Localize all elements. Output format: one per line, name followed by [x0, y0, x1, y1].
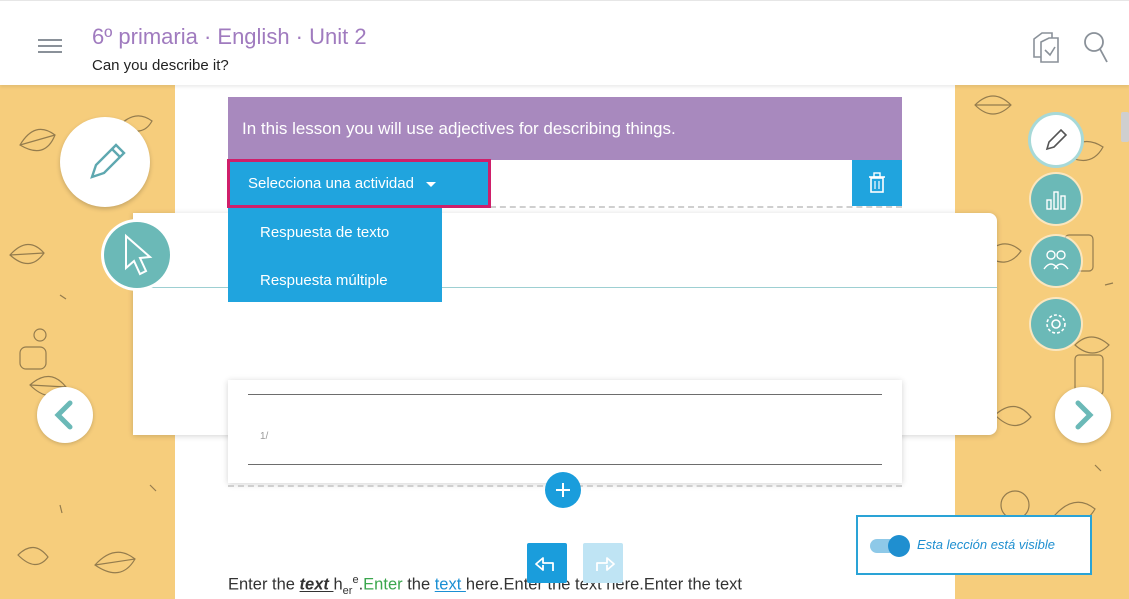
- body-green-text: Enter: [363, 575, 403, 594]
- undo-button[interactable]: [527, 543, 567, 583]
- body-blue-link[interactable]: text: [435, 576, 466, 594]
- course-title: 6º primaria · English · Unit 2: [92, 24, 367, 49]
- lesson-title: Can you describe it?: [92, 57, 229, 74]
- select-activity-dropdown[interactable]: Selecciona una actividad: [227, 159, 491, 208]
- scrollbar-thumb[interactable]: [1121, 112, 1129, 142]
- next-page-button[interactable]: [1055, 387, 1111, 443]
- settings-button[interactable]: [1031, 299, 1081, 349]
- delete-button[interactable]: [852, 160, 902, 206]
- gear-icon: [1046, 314, 1066, 334]
- caret-down-icon: [425, 181, 436, 187]
- body-text-part: the: [402, 575, 435, 594]
- pencil-icon: [90, 143, 126, 179]
- users-icon: [1043, 250, 1069, 270]
- body-subscript: er: [342, 584, 353, 597]
- menu-item-text-answer[interactable]: Respuesta de texto: [260, 224, 389, 241]
- text-editor-box[interactable]: 1/: [228, 380, 902, 483]
- edit-tool-button[interactable]: [1031, 115, 1081, 165]
- cursor-arrow-icon: [125, 233, 153, 276]
- visibility-panel: Esta lección está visible: [856, 515, 1092, 575]
- menu-icon[interactable]: [38, 39, 64, 53]
- body-text-part: Enter the: [228, 575, 300, 594]
- lesson-intro-banner: In this lesson you will use adjectives f…: [228, 97, 902, 160]
- stats-button[interactable]: [1031, 174, 1081, 224]
- activity-dropdown-menu: Respuesta de texto Respuesta múltiple: [228, 208, 442, 302]
- editor-rule-bottom: [248, 464, 882, 465]
- copy-pages-icon[interactable]: [1028, 29, 1064, 65]
- top-bar: 6º primaria · English · Unit 2 Can you d…: [0, 0, 1129, 85]
- body-text-part: h: [333, 575, 343, 594]
- toggle-knob: [888, 535, 910, 557]
- visibility-label: Esta lección está visible: [917, 537, 1056, 552]
- redo-icon: [596, 557, 615, 571]
- editor-rule-top: [248, 394, 882, 395]
- menu-item-multiple-choice[interactable]: Respuesta múltiple: [260, 272, 388, 289]
- visibility-toggle[interactable]: [870, 535, 910, 557]
- trash-icon: [869, 172, 885, 193]
- edit-mode-button[interactable]: [60, 117, 150, 207]
- lesson-body-text[interactable]: Enter the text here.Enter the text here.…: [228, 574, 742, 597]
- search-icon[interactable]: [1080, 29, 1116, 65]
- redo-button[interactable]: [583, 543, 623, 583]
- select-activity-label: Selecciona una actividad: [248, 175, 414, 192]
- chevron-left-icon: [54, 400, 73, 430]
- undo-icon: [535, 557, 554, 571]
- previous-page-button[interactable]: [37, 387, 93, 443]
- chevron-right-icon: [1075, 400, 1094, 430]
- groups-button[interactable]: [1031, 236, 1081, 286]
- add-block-button[interactable]: [545, 472, 581, 508]
- plus-icon: [556, 483, 570, 497]
- page-number: 1/: [260, 431, 269, 442]
- pencil-icon: [1045, 128, 1068, 151]
- bar-chart-icon: [1046, 191, 1066, 210]
- dashed-divider: [490, 206, 902, 208]
- body-bold-link[interactable]: text: [300, 576, 334, 594]
- select-tool-button[interactable]: [104, 222, 170, 288]
